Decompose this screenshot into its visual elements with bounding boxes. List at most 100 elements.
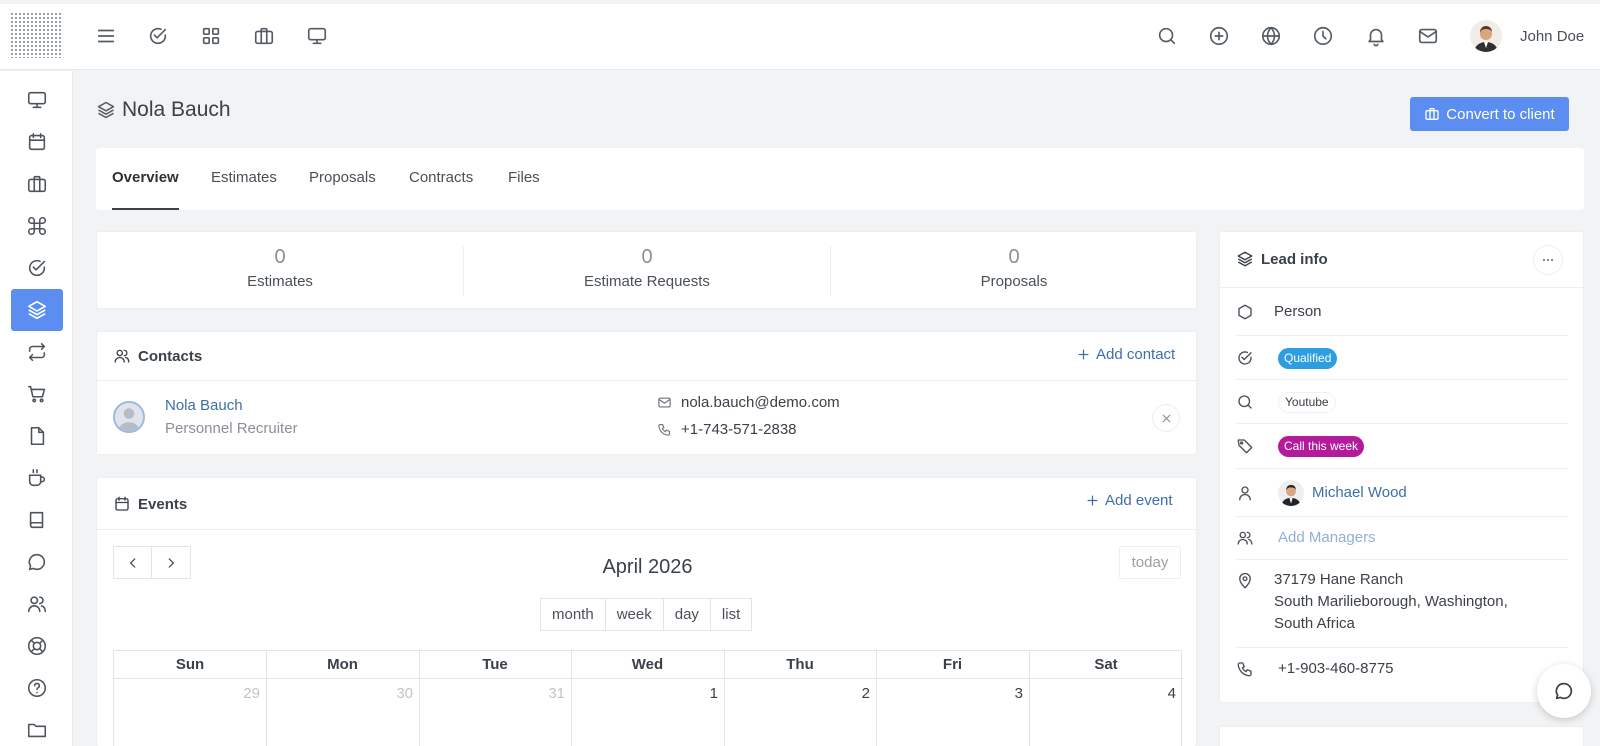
lead-source-row: Youtube <box>1236 380 1568 424</box>
day-cell[interactable]: 1 <box>571 679 724 746</box>
day-cell[interactable]: 3 <box>876 679 1029 746</box>
sidebar-item-chat[interactable] <box>11 541 63 583</box>
sidebar-item-tasks[interactable] <box>11 247 63 289</box>
label-badge[interactable]: Call this week <box>1278 436 1365 457</box>
tab-contracts[interactable]: Contracts <box>409 148 473 210</box>
clock-icon[interactable] <box>1310 23 1336 49</box>
users-icon <box>27 596 47 613</box>
grid-line <box>419 651 420 746</box>
phone-icon <box>1236 660 1254 678</box>
command-icon <box>28 217 46 235</box>
convert-to-client-button[interactable]: Convert to client <box>1410 97 1569 131</box>
sidebar-item-clients[interactable] <box>11 163 63 205</box>
day-cell[interactable]: 4 <box>1029 679 1182 746</box>
stat-estimate-requests[interactable]: 0 Estimate Requests <box>464 232 830 310</box>
sidebar-item-help[interactable] <box>11 667 63 709</box>
sidebar-item-dashboard[interactable] <box>11 79 63 121</box>
mail-icon[interactable] <box>1415 23 1441 49</box>
sidebar-item-support[interactable] <box>11 625 63 667</box>
status-badge[interactable]: Qualified <box>1278 348 1338 369</box>
search-icon[interactable] <box>1154 23 1180 49</box>
sidebar-item-leads[interactable] <box>11 289 63 331</box>
check-circle-icon <box>28 259 46 277</box>
user-name[interactable]: John Doe <box>1520 28 1584 45</box>
sidebar-item-messages[interactable] <box>11 457 63 499</box>
add-managers-link[interactable]: Add Managers <box>1278 527 1376 549</box>
add-event-link[interactable]: Add event <box>1085 492 1173 509</box>
chat-bubble-icon <box>28 553 46 571</box>
view-week-button[interactable]: week <box>605 598 664 631</box>
sidebar-item-team[interactable] <box>11 583 63 625</box>
stat-proposals[interactable]: 0 Proposals <box>831 232 1197 310</box>
stat-label: Estimate Requests <box>584 273 710 290</box>
address-line-3: South Africa <box>1274 615 1355 632</box>
sidebar-item-subscriptions[interactable] <box>11 331 63 373</box>
lead-status-row: Qualified <box>1236 336 1568 380</box>
weekday-header: Fri <box>876 651 1029 679</box>
monitor-icon[interactable] <box>304 23 330 49</box>
stat-estimates[interactable]: 0 Estimates <box>97 232 463 310</box>
grid-line <box>724 651 725 746</box>
top-bar: John Doe <box>0 4 1600 70</box>
grid-line <box>571 651 572 746</box>
sidebar <box>0 71 73 746</box>
more-options-button[interactable] <box>1533 245 1563 275</box>
lead-owner-row: Michael Wood <box>1236 469 1568 517</box>
today-button[interactable]: today <box>1119 546 1181 579</box>
tab-proposals[interactable]: Proposals <box>309 148 376 210</box>
bell-icon[interactable] <box>1363 23 1389 49</box>
check-circle-icon <box>1236 349 1254 367</box>
sidebar-item-sales[interactable] <box>11 373 63 415</box>
add-circle-icon[interactable] <box>1206 23 1232 49</box>
owner-avatar[interactable] <box>1278 480 1304 506</box>
sidebar-item-events[interactable] <box>11 121 63 163</box>
weekday-header: Sun <box>114 651 266 679</box>
sidebar-item-notes[interactable] <box>11 415 63 457</box>
owner-name-link[interactable]: Michael Wood <box>1312 482 1407 504</box>
repeat-icon <box>28 342 46 362</box>
tab-files[interactable]: Files <box>508 148 540 210</box>
tasks-check-icon[interactable] <box>145 23 171 49</box>
view-month-button[interactable]: month <box>540 598 606 631</box>
contact-role: Personnel Recruiter <box>165 420 298 437</box>
lead-phone[interactable]: +1-903-460-8775 <box>1278 658 1394 680</box>
day-cell[interactable]: 29 <box>114 679 266 746</box>
sidebar-item-projects[interactable] <box>11 205 63 247</box>
app-logo[interactable] <box>10 12 62 58</box>
sidebar-item-knowledge-base[interactable] <box>11 499 63 541</box>
address-line-1: 37179 Hane Ranch <box>1274 571 1404 588</box>
contact-email[interactable]: nola.bauch@demo.com <box>657 394 840 411</box>
help-circle-icon <box>27 678 47 698</box>
calendar-icon <box>115 496 129 511</box>
view-day-button[interactable]: day <box>663 598 711 631</box>
contact-avatar[interactable] <box>113 401 145 433</box>
apps-grid-icon[interactable] <box>198 23 224 49</box>
lead-managers-row: Add Managers <box>1236 517 1568 560</box>
tab-estimates[interactable]: Estimates <box>211 148 277 210</box>
menu-icon[interactable] <box>93 23 119 49</box>
divider <box>97 380 1196 381</box>
contacts-card: Contacts Add contact Nola Bauch Personne… <box>96 331 1197 455</box>
contact-name-link[interactable]: Nola Bauch <box>165 397 243 414</box>
day-cell[interactable]: 2 <box>724 679 876 746</box>
user-avatar[interactable] <box>1470 20 1502 52</box>
more-horizontal-icon <box>1542 258 1554 262</box>
lead-type: Person <box>1274 303 1322 320</box>
chat-bubble-icon <box>1555 682 1573 700</box>
chat-button[interactable] <box>1537 664 1591 718</box>
day-cell[interactable]: 31 <box>419 679 571 746</box>
view-list-button[interactable]: list <box>710 598 753 631</box>
sidebar-item-files[interactable] <box>11 709 63 746</box>
stats-card: 0 Estimates 0 Estimate Requests 0 Propos… <box>96 231 1197 309</box>
coffee-icon <box>28 468 46 487</box>
globe-icon[interactable] <box>1258 23 1284 49</box>
tab-overview[interactable]: Overview <box>112 148 179 210</box>
day-cell[interactable]: 30 <box>266 679 419 746</box>
stat-value: 0 <box>274 246 286 268</box>
add-contact-link[interactable]: Add contact <box>1076 346 1175 363</box>
briefcase-icon[interactable] <box>251 23 277 49</box>
source-badge[interactable]: Youtube <box>1278 392 1336 413</box>
contact-phone[interactable]: +1-743-571-2838 <box>657 421 797 438</box>
map-pin-icon <box>1236 572 1254 590</box>
remove-contact-button[interactable] <box>1152 404 1180 432</box>
